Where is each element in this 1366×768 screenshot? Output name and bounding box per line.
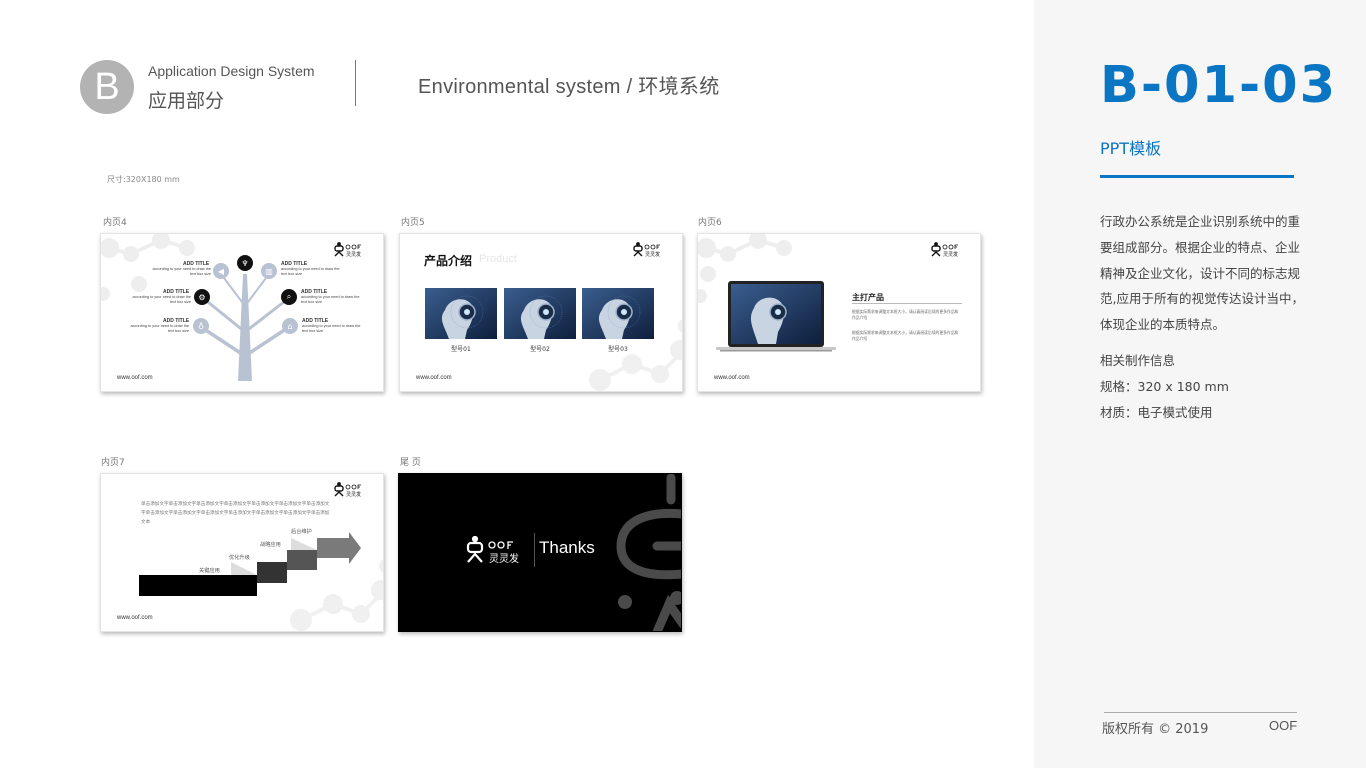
description: 行政办公系统是企业识别系统中的重要组成部分。根据企业的特点、企业精神及企业文化，… — [1100, 214, 1304, 333]
slide-url: www.oof.com — [416, 375, 452, 381]
branch-desc: according to your need to draw the text … — [281, 267, 340, 276]
slide-inner5[interactable]: 产品介绍 Product 型号01 型号02 型号03 灵灵发 www.oof.… — [399, 233, 683, 392]
spec-text: 规格：320 x 180 mm — [1100, 379, 1229, 394]
brand-logo: 灵灵发 — [334, 242, 361, 258]
branch-desc: according to your need to draw the text … — [132, 295, 191, 304]
branch-desc: according to your need to draw the text … — [130, 324, 189, 333]
product-image — [582, 288, 654, 339]
slide-inner6[interactable]: 主打产品 根据实际需求来调整文本框大小，请认真阅读后续的更多作品和作品介绍 根据… — [697, 233, 981, 392]
lightbulb-icon: ♁ — [193, 318, 209, 334]
slide-url: www.oof.com — [714, 375, 750, 381]
slide-label-inner5: 内页5 — [401, 218, 425, 228]
svg-text:灵灵发: 灵灵发 — [645, 251, 660, 258]
info-panel: B-01-03 PPT模板 行政办公系统是企业识别系统中的重要组成部分。根据企业… — [1034, 0, 1366, 768]
feature-divider — [852, 303, 962, 304]
model-caption: 型号02 — [530, 346, 550, 353]
page-code: B-01-03 — [1100, 56, 1338, 115]
section-badge: B — [80, 60, 134, 114]
slide-label-inner6: 内页6 — [698, 218, 722, 228]
logo-divider — [534, 533, 535, 567]
material-text: 材质：电子模式使用 — [1100, 405, 1213, 420]
slide-url: www.oof.com — [117, 615, 153, 621]
trophy-icon: ♆ — [237, 255, 253, 271]
section-title-en: Application Design System — [148, 63, 315, 79]
megaphone-icon: ◀ — [213, 263, 229, 279]
header-divider — [355, 60, 356, 106]
feature-title: 主打产品 — [852, 293, 884, 302]
brand-logo: 灵灵发 — [334, 482, 361, 498]
bar-chart-icon: ▥ — [261, 263, 277, 279]
feature-paragraph: 根据实际需求来调整文本框大小，请认真阅读后续的更多作品和作品介绍 — [852, 330, 959, 341]
size-note: 尺寸:320X180 mm — [107, 175, 180, 184]
step-label: 优化升级 — [229, 555, 250, 561]
slide-label-end: 尾 页 — [400, 458, 421, 468]
step-label: 后台维护 — [291, 529, 312, 535]
thanks-text: Thanks — [539, 538, 595, 557]
product-title: 产品介绍 — [424, 254, 473, 268]
product-image — [504, 288, 576, 339]
brand-logo-white: 灵灵发 — [466, 536, 519, 565]
slide-url: www.oof.com — [117, 375, 153, 381]
slide-end[interactable]: 灵灵发 Thanks — [398, 473, 682, 632]
house-icon: ⌂ — [282, 318, 298, 334]
product-title-en: Product — [479, 253, 517, 265]
info-heading: 相关制作信息 — [1100, 353, 1176, 368]
accent-divider — [1100, 175, 1294, 178]
slide-inner7[interactable]: 单击添加文字单击添加文字单击添加文字单击添加文字单击添加文字单击添加文字单击添加… — [100, 473, 384, 632]
footer-divider — [1104, 712, 1297, 713]
branch-desc: according to your need to draw the text … — [152, 267, 211, 276]
svg-text:灵灵发: 灵灵发 — [489, 552, 519, 565]
step-label: 战略应用 — [260, 542, 281, 548]
branch-desc: according to your need to draw the text … — [302, 324, 361, 333]
brand-logo: 灵灵发 — [931, 242, 958, 258]
svg-text:灵灵发: 灵灵发 — [943, 251, 958, 258]
page-subtitle: PPT模板 — [1100, 139, 1162, 158]
svg-text:灵灵发: 灵灵发 — [346, 251, 361, 258]
section-title-cn: 应用部分 — [148, 90, 225, 112]
footer-brand: OOF — [1269, 718, 1298, 733]
slide-inner4[interactable]: ♆ ◀ ▥ ⚙ ⌕ ♁ ⌂ ADD TITLE according to you… — [100, 233, 384, 392]
model-caption: 型号01 — [451, 346, 471, 353]
subsection-title: Environmental system / 环境系统 — [418, 76, 720, 98]
model-caption: 型号03 — [608, 346, 628, 353]
brand-logo: 灵灵发 — [633, 242, 660, 258]
branch-desc: according to your need to draw the text … — [301, 295, 360, 304]
slide-label-inner4: 内页4 — [103, 218, 127, 228]
slide-label-inner7: 内页7 — [101, 458, 125, 468]
copyright: 版权所有 © 2019 — [1102, 722, 1209, 737]
product-image — [425, 288, 497, 339]
feature-paragraph: 根据实际需求来调整文本框大小，请认真阅读后续的更多作品和作品介绍 — [852, 309, 959, 320]
gear-search-icon: ⚙ — [194, 289, 210, 305]
step-label: 关键应用 — [199, 568, 220, 574]
magnifier-icon: ⌕ — [281, 289, 297, 305]
svg-text:灵灵发: 灵灵发 — [346, 491, 361, 498]
